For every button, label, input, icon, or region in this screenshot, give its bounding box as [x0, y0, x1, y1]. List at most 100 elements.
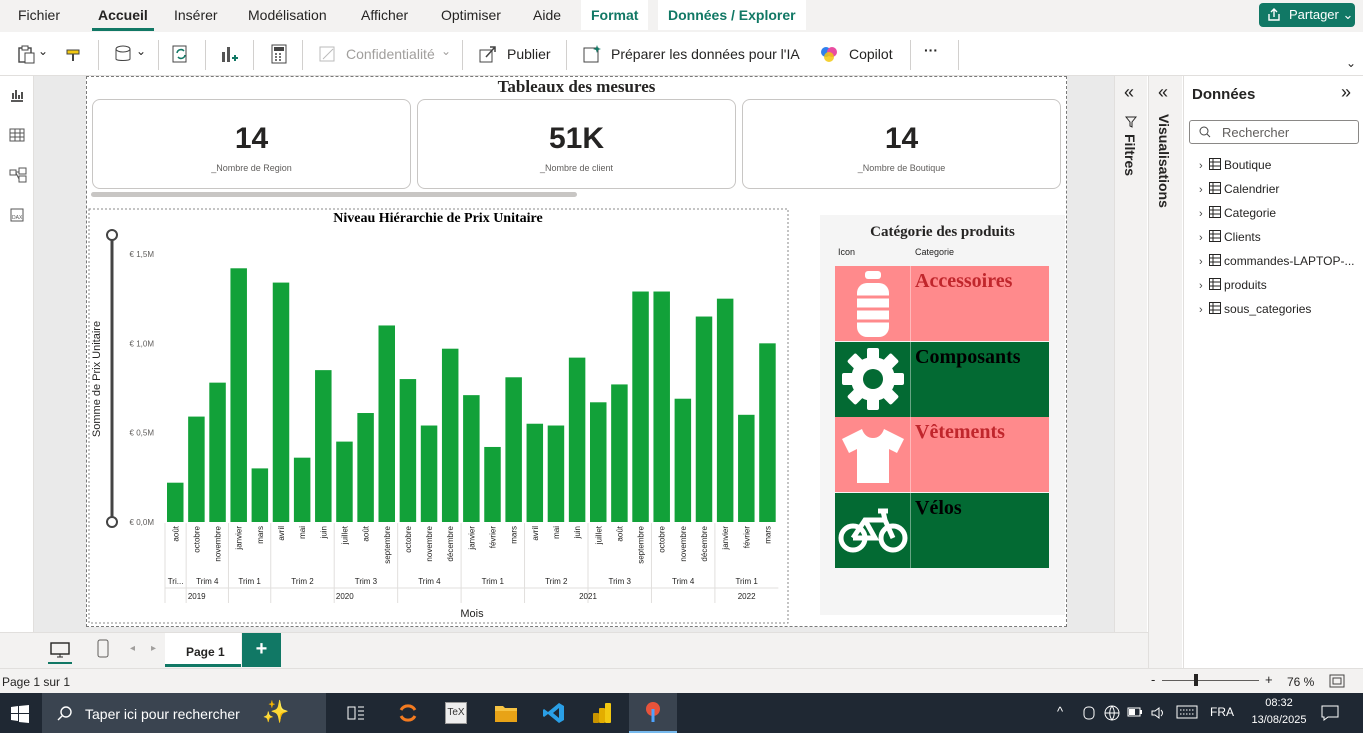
- chart-bar[interactable]: [209, 382, 226, 522]
- menu-accueil[interactable]: Accueil: [92, 0, 154, 31]
- zoom-slider[interactable]: [1162, 680, 1259, 681]
- kpi-card-region[interactable]: 14 _Nombre de Region: [92, 99, 411, 189]
- chart-bar[interactable]: [272, 282, 290, 522]
- taskbar-search[interactable]: Taper ici pour rechercher ✨: [42, 693, 326, 733]
- chart-bar[interactable]: [315, 370, 332, 522]
- chart-bar[interactable]: [293, 457, 311, 522]
- menu-format[interactable]: Format: [581, 0, 649, 30]
- prepare-ai-icon[interactable]: [582, 44, 602, 64]
- powerbi-icon[interactable]: [591, 701, 613, 725]
- tex-app-icon[interactable]: TeX: [445, 702, 467, 724]
- chart-bar[interactable]: [738, 414, 755, 522]
- chart-bar[interactable]: [441, 348, 459, 522]
- data-table-item[interactable]: › produits: [1199, 278, 1267, 292]
- data-search-input[interactable]: Rechercher: [1189, 120, 1359, 144]
- fit-to-page-icon[interactable]: [1329, 674, 1345, 688]
- menu-afficher[interactable]: Afficher: [361, 0, 408, 30]
- report-view-icon[interactable]: [9, 87, 25, 103]
- format-painter-icon[interactable]: [64, 44, 84, 64]
- menu-donnees-explorer[interactable]: Données / Explorer: [658, 0, 806, 30]
- chart-bar[interactable]: [188, 416, 205, 522]
- globe-icon[interactable]: [1104, 705, 1120, 721]
- vscode-icon[interactable]: [542, 701, 566, 725]
- copilot-icon[interactable]: [819, 44, 839, 64]
- chart-bar[interactable]: [505, 377, 522, 522]
- table-view-icon[interactable]: [9, 127, 25, 143]
- prepare-ai-button[interactable]: Préparer les données pour l'IA: [611, 46, 800, 62]
- menu-fichier[interactable]: Fichier: [18, 0, 60, 30]
- show-hidden-icons[interactable]: ^: [1057, 704, 1063, 719]
- double-chevron-right-icon[interactable]: »: [1341, 82, 1351, 103]
- category-row[interactable]: Vélos: [835, 492, 1049, 568]
- sensitivity-icon[interactable]: [318, 44, 338, 64]
- add-page-button[interactable]: +: [242, 633, 281, 667]
- data-table-item[interactable]: › Calendrier: [1199, 182, 1279, 196]
- category-row[interactable]: Accessoires: [835, 266, 1049, 341]
- menu-inserer[interactable]: Insérer: [174, 0, 218, 30]
- chart-bar[interactable]: [547, 425, 565, 522]
- chart-bar[interactable]: [167, 482, 184, 522]
- chart-bar[interactable]: [251, 468, 269, 522]
- category-row[interactable]: Vêtements: [835, 417, 1049, 492]
- chevron-down-icon[interactable]: ⌄: [441, 44, 451, 58]
- double-chevron-left-icon[interactable]: «: [1158, 82, 1168, 103]
- kpi-card-client[interactable]: 51K _Nombre de client: [417, 99, 736, 189]
- new-visual-icon[interactable]: [219, 44, 239, 64]
- chart-bar[interactable]: [695, 316, 713, 522]
- next-page-icon[interactable]: ▸: [151, 643, 156, 654]
- publish-icon[interactable]: [478, 44, 498, 64]
- chart-bar[interactable]: [590, 402, 607, 522]
- share-button[interactable]: Partager ⌄: [1259, 3, 1355, 27]
- bar-chart[interactable]: Niveau Hiérarchie de Prix Unitaire Somme…: [86, 207, 791, 625]
- confidentiality-button[interactable]: Confidentialité: [346, 46, 435, 62]
- chevron-down-icon[interactable]: ⌄: [38, 44, 48, 58]
- file-explorer-icon[interactable]: [494, 702, 518, 724]
- refresh-icon[interactable]: [171, 44, 191, 64]
- horizontal-scrollbar[interactable]: [91, 192, 577, 197]
- clock-time[interactable]: 08:32: [1247, 697, 1311, 709]
- keyboard-icon[interactable]: [1176, 705, 1198, 719]
- chart-bar[interactable]: [230, 268, 247, 522]
- page-tab-1[interactable]: Page 1: [165, 633, 241, 667]
- dax-query-icon[interactable]: DAX: [9, 207, 25, 223]
- chart-bar[interactable]: [759, 343, 776, 522]
- chart-bar[interactable]: [526, 423, 544, 522]
- menu-optimiser[interactable]: Optimiser: [441, 0, 501, 30]
- chart-bar[interactable]: [463, 395, 480, 522]
- kpi-card-boutique[interactable]: 14 _Nombre de Boutique: [742, 99, 1061, 189]
- battery-icon[interactable]: [1127, 706, 1143, 718]
- data-table-item[interactable]: › Boutique: [1199, 158, 1271, 172]
- double-chevron-left-icon[interactable]: «: [1124, 82, 1134, 103]
- model-view-icon[interactable]: [9, 167, 27, 183]
- zoom-slider-thumb[interactable]: [1194, 674, 1198, 686]
- windows-start-icon[interactable]: [11, 705, 29, 723]
- prev-page-icon[interactable]: ◂: [130, 643, 135, 654]
- data-table-item[interactable]: › commandes-LAPTOP-...: [1199, 254, 1355, 268]
- language-indicator[interactable]: FRA: [1210, 705, 1234, 719]
- chart-bar[interactable]: [653, 291, 670, 522]
- chart-bar[interactable]: [716, 298, 734, 522]
- volume-icon[interactable]: [1150, 705, 1166, 721]
- app-icon-orange[interactable]: [397, 702, 419, 724]
- copilot-button[interactable]: Copilot: [849, 46, 893, 62]
- menu-aide[interactable]: Aide: [533, 0, 561, 30]
- desktop-layout-icon[interactable]: [49, 641, 71, 659]
- clock-date[interactable]: 13/08/2025: [1247, 714, 1311, 726]
- filters-pane-collapsed[interactable]: « Filtres: [1114, 76, 1147, 668]
- chevron-down-icon[interactable]: ⌄: [136, 44, 146, 58]
- chart-bar[interactable]: [336, 441, 353, 522]
- active-app-tab[interactable]: [629, 693, 677, 733]
- chart-bar[interactable]: [632, 291, 649, 522]
- visualizations-pane-collapsed[interactable]: « Visualisations: [1148, 76, 1182, 668]
- slider-handle-bottom[interactable]: [106, 516, 118, 528]
- task-view-icon[interactable]: [347, 705, 365, 721]
- chart-bar[interactable]: [399, 379, 417, 522]
- database-icon[interactable]: [114, 44, 134, 64]
- data-table-item[interactable]: › Clients: [1199, 230, 1261, 244]
- data-table-item[interactable]: › Categorie: [1199, 206, 1276, 220]
- publish-button[interactable]: Publier: [507, 46, 551, 62]
- chart-bar[interactable]: [611, 384, 628, 522]
- menu-modelisation[interactable]: Modélisation: [248, 0, 327, 30]
- calculator-icon[interactable]: [269, 44, 289, 64]
- slider-handle-top[interactable]: [106, 229, 118, 241]
